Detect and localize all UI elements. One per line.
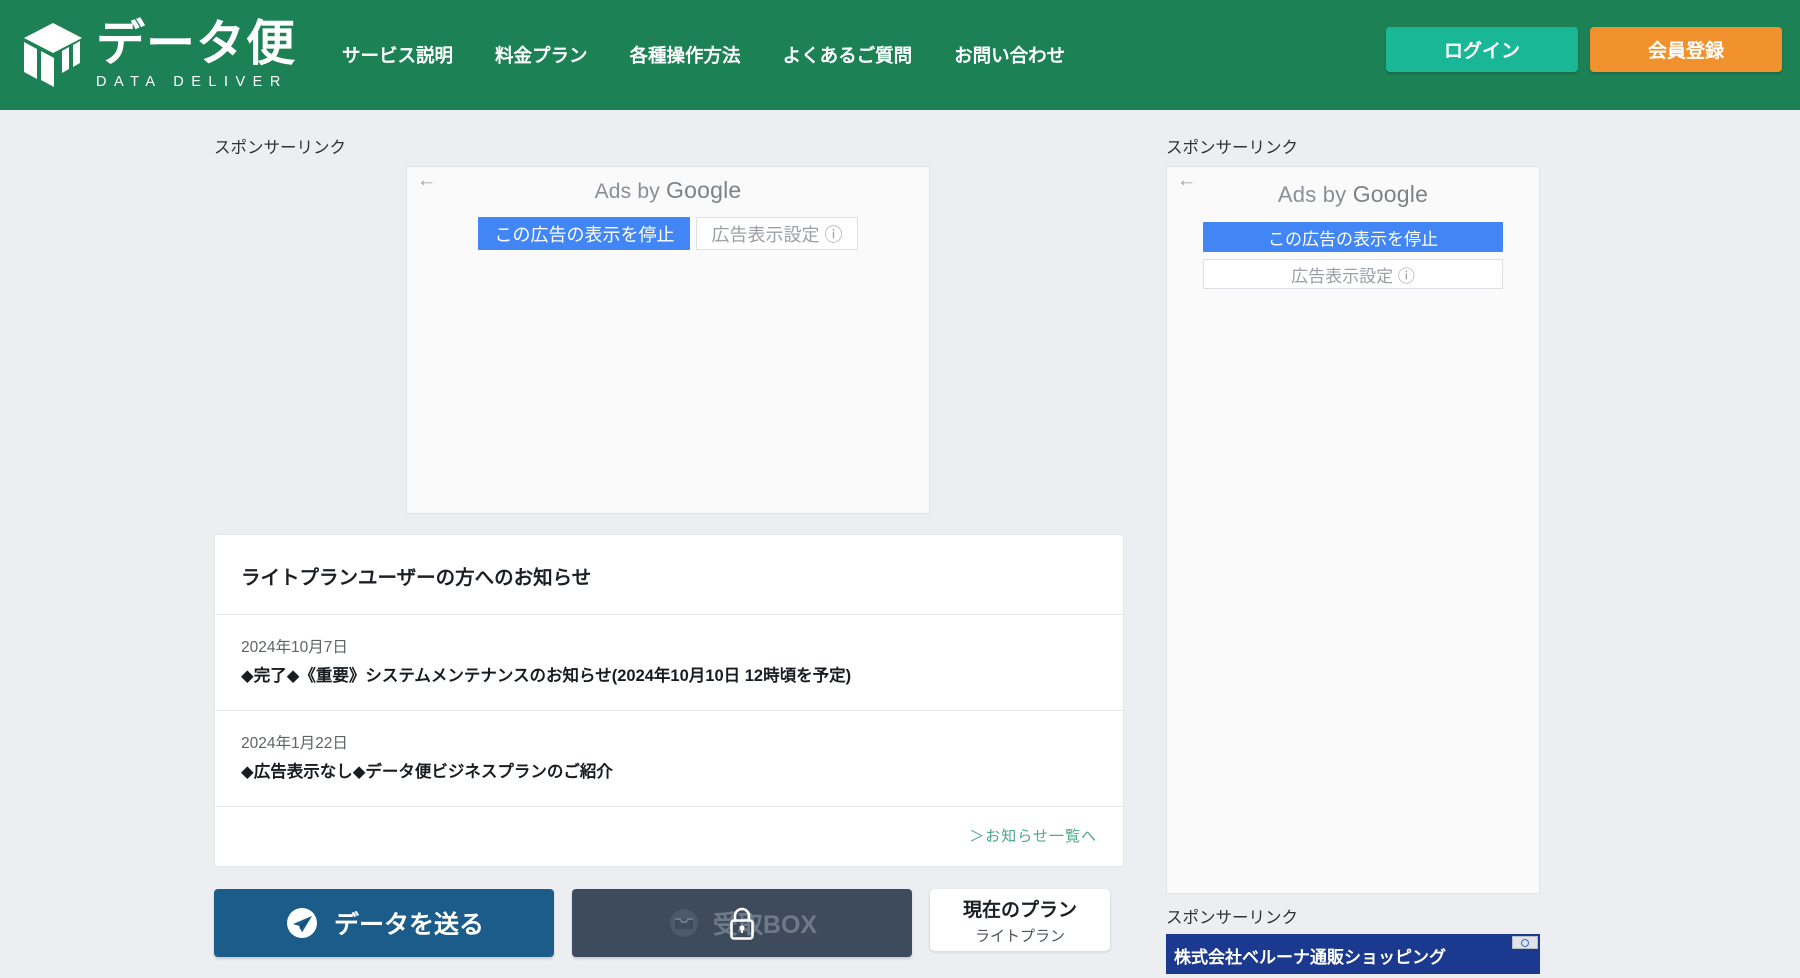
inbox-icon (669, 909, 698, 938)
ad-settings-button[interactable]: 広告表示設定 ⓘ (696, 217, 858, 250)
main-navigation: サービス説明 料金プラン 各種操作方法 よくあるご質問 お問い合わせ (342, 42, 1065, 68)
logo-text-jp: データ便 (96, 17, 297, 72)
receive-box-button[interactable]: 受取BOX (572, 889, 912, 958)
nav-item-service[interactable]: サービス説明 (342, 42, 453, 68)
header-actions: ログイン 会員登録 (1386, 27, 1782, 72)
notice-item[interactable]: 2024年10月7日 ◆完了◆《重要》システムメンテナンスのお知らせ(2024年… (215, 615, 1123, 712)
nav-item-pricing[interactable]: 料金プラン (495, 42, 588, 68)
notice-link[interactable]: ◆完了◆《重要》システムメンテナンスのお知らせ(2024年10月10日 12時頃… (241, 665, 1097, 688)
ad-back-arrow-icon[interactable]: ← (1177, 171, 1196, 190)
send-paper-plane-icon (286, 908, 317, 939)
bottom-ad-banner-text: 株式会社ベルーナ通販ショッピング (1174, 948, 1446, 967)
nav-item-faq[interactable]: よくあるご質問 (783, 42, 913, 68)
nav-item-contact[interactable]: お問い合わせ (954, 42, 1065, 68)
sponsor-link-label-right-top: スポンサーリンク (1166, 139, 1298, 157)
notice-link[interactable]: ◆広告表示なし◆データ便ビジネスプランのご紹介 (241, 761, 1097, 784)
ad-back-arrow-icon[interactable]: ← (417, 171, 436, 190)
send-data-button[interactable]: データを送る (214, 889, 554, 958)
logo-text-en: DATA DELIVER (96, 74, 288, 91)
notice-date: 2024年10月7日 (241, 639, 348, 656)
google-ad-center[interactable]: ← Ads by Google この広告の表示を停止 広告表示設定 ⓘ (406, 166, 930, 514)
current-plan-name: ライトプラン (974, 927, 1065, 945)
ads-by-text: Ads by (1277, 182, 1347, 207)
current-plan-title: 現在のプラン (962, 899, 1077, 921)
ads-by-text: Ads by (594, 180, 660, 203)
ad-choices-icon (1521, 938, 1529, 947)
google-ad-right[interactable]: ← Ads by Google この広告の表示を停止 広告表示設定 ⓘ (1166, 166, 1540, 894)
login-button[interactable]: ログイン (1386, 27, 1578, 72)
current-plan-card[interactable]: 現在のプラン ライトプラン (930, 889, 1110, 952)
ad-settings-button[interactable]: 広告表示設定 ⓘ (1203, 259, 1503, 289)
sponsor-link-label-center: スポンサーリンク (214, 139, 346, 157)
send-data-label: データを送る (333, 911, 484, 940)
signup-button[interactable]: 会員登録 (1590, 27, 1782, 72)
site-header: データ便 DATA DELIVER サービス説明 料金プラン 各種操作方法 よく… (0, 0, 1800, 110)
stop-this-ad-button[interactable]: この広告の表示を停止 (1203, 222, 1503, 252)
notice-date: 2024年1月22日 (241, 735, 348, 753)
notice-panel: ライトプランユーザーの方へのお知らせ 2024年10月7日 ◆完了◆《重要》シス… (214, 534, 1124, 868)
center-column: スポンサーリンク ← Ads by Google この広告の表示を停止 広告表示… (214, 110, 1124, 958)
notice-list-link[interactable]: ＞お知らせ一覧へ (215, 807, 1123, 866)
notice-panel-title: ライトプランユーザーの方へのお知らせ (215, 535, 1123, 615)
google-wordmark: Google (1352, 181, 1429, 207)
ad-control-row: この広告の表示を停止 広告表示設定 ⓘ (407, 217, 929, 250)
notice-item[interactable]: 2024年1月22日 ◆広告表示なし◆データ便ビジネスプランのご紹介 (215, 711, 1123, 808)
site-logo[interactable]: データ便 DATA DELIVER (22, 20, 296, 90)
ad-choices-badge[interactable] (1512, 936, 1538, 949)
lock-icon (730, 907, 754, 940)
sponsor-link-label-right-bottom: スポンサーリンク (1166, 909, 1298, 927)
data-deliver-cube-icon (24, 23, 82, 87)
action-button-row: データを送る 受取BOX 現在のプラン ライトプラン (214, 889, 1124, 958)
right-sidebar: スポンサーリンク ← Ads by Google この広告の表示を停止 広告表示… (1166, 110, 1586, 974)
bottom-ad-banner[interactable]: 株式会社ベルーナ通販ショッピング (1166, 934, 1540, 974)
nav-item-howto[interactable]: 各種操作方法 (630, 42, 741, 68)
ads-by-google-label: Ads by Google (1167, 167, 1539, 208)
page-body: スポンサーリンク ← Ads by Google この広告の表示を停止 広告表示… (0, 110, 1800, 978)
stop-this-ad-button[interactable]: この広告の表示を停止 (478, 217, 691, 250)
google-wordmark: Google (666, 177, 742, 203)
ads-by-google-label: Ads by Google (407, 167, 929, 204)
